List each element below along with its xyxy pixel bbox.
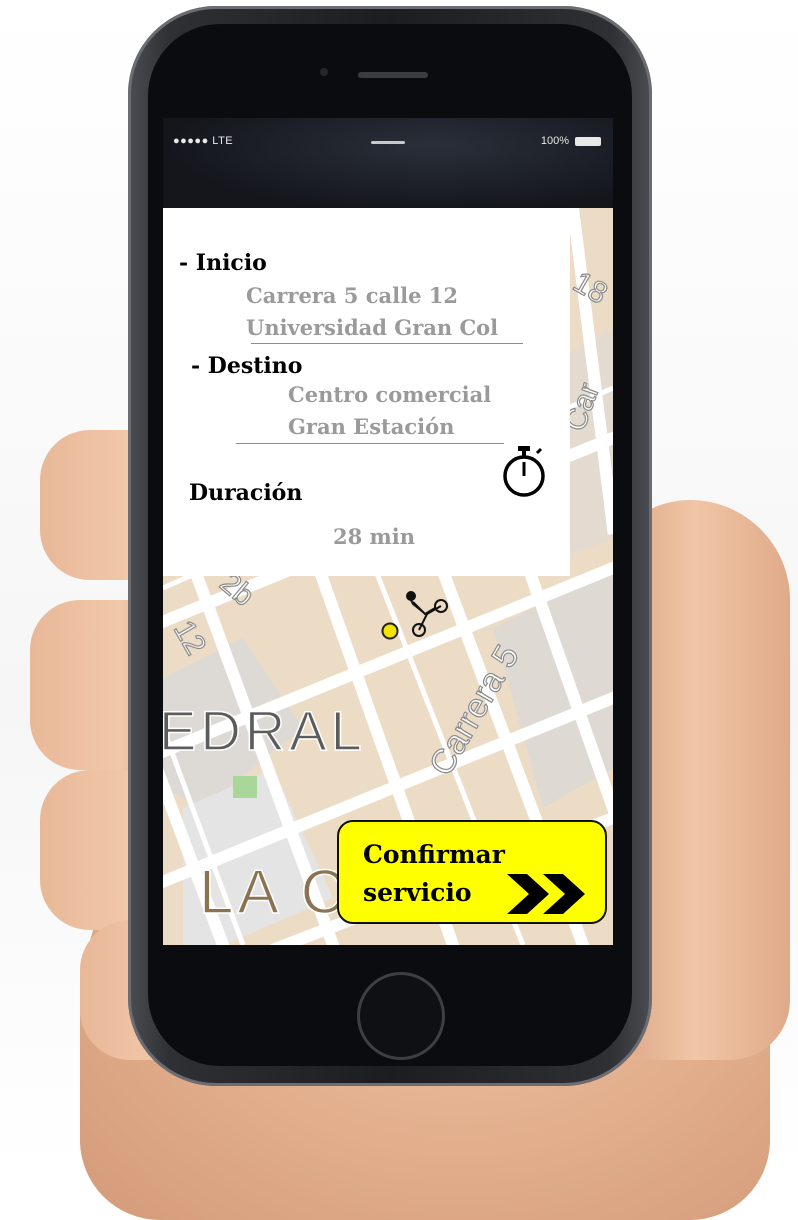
start-address-line1: Carrera 5 calle 12 — [246, 283, 458, 308]
map-label-la-c: LA C — [199, 858, 349, 927]
battery-percent: 100% — [540, 135, 569, 147]
confirm-service-button[interactable]: Confirmar servicio — [337, 820, 607, 924]
destination-line2: Gran Estación — [288, 414, 455, 439]
destination-divider — [236, 443, 504, 444]
start-divider — [251, 343, 523, 344]
carrier-signal: ●●●●● LTE — [173, 135, 234, 147]
battery-icon — [575, 137, 601, 146]
app-screen: 18 Car 2b 12 Carrera 5 EDRAL LA C - Inic… — [163, 208, 613, 945]
duration-value: 28 min — [333, 524, 416, 549]
map-label-edral: EDRAL — [163, 699, 366, 762]
location-dot-icon — [381, 622, 399, 640]
status-bar: ●●●●● LTE 100% — [163, 130, 613, 154]
duration-label: Duración — [189, 480, 303, 506]
stopwatch-icon — [503, 446, 545, 497]
confirm-button-line1: Confirmar — [363, 840, 505, 869]
confirm-button-line2: servicio — [363, 878, 472, 907]
trip-details-panel: - Inicio Carrera 5 calle 12 Universidad … — [163, 208, 570, 576]
front-camera — [320, 68, 328, 76]
double-chevron-right-icon — [507, 874, 585, 914]
destination-label: - Destino — [191, 353, 303, 379]
status-notch — [371, 141, 405, 144]
start-address[interactable]: Carrera 5 calle 12 Universidad Gran Col — [246, 280, 498, 344]
destination-line1: Centro comercial — [288, 382, 492, 407]
start-label: - Inicio — [179, 250, 267, 276]
start-address-line2: Universidad Gran Col — [246, 315, 499, 340]
home-button[interactable] — [357, 972, 445, 1060]
destination-address[interactable]: Centro comercial Gran Estación — [288, 379, 491, 443]
earpiece-speaker — [358, 72, 428, 78]
